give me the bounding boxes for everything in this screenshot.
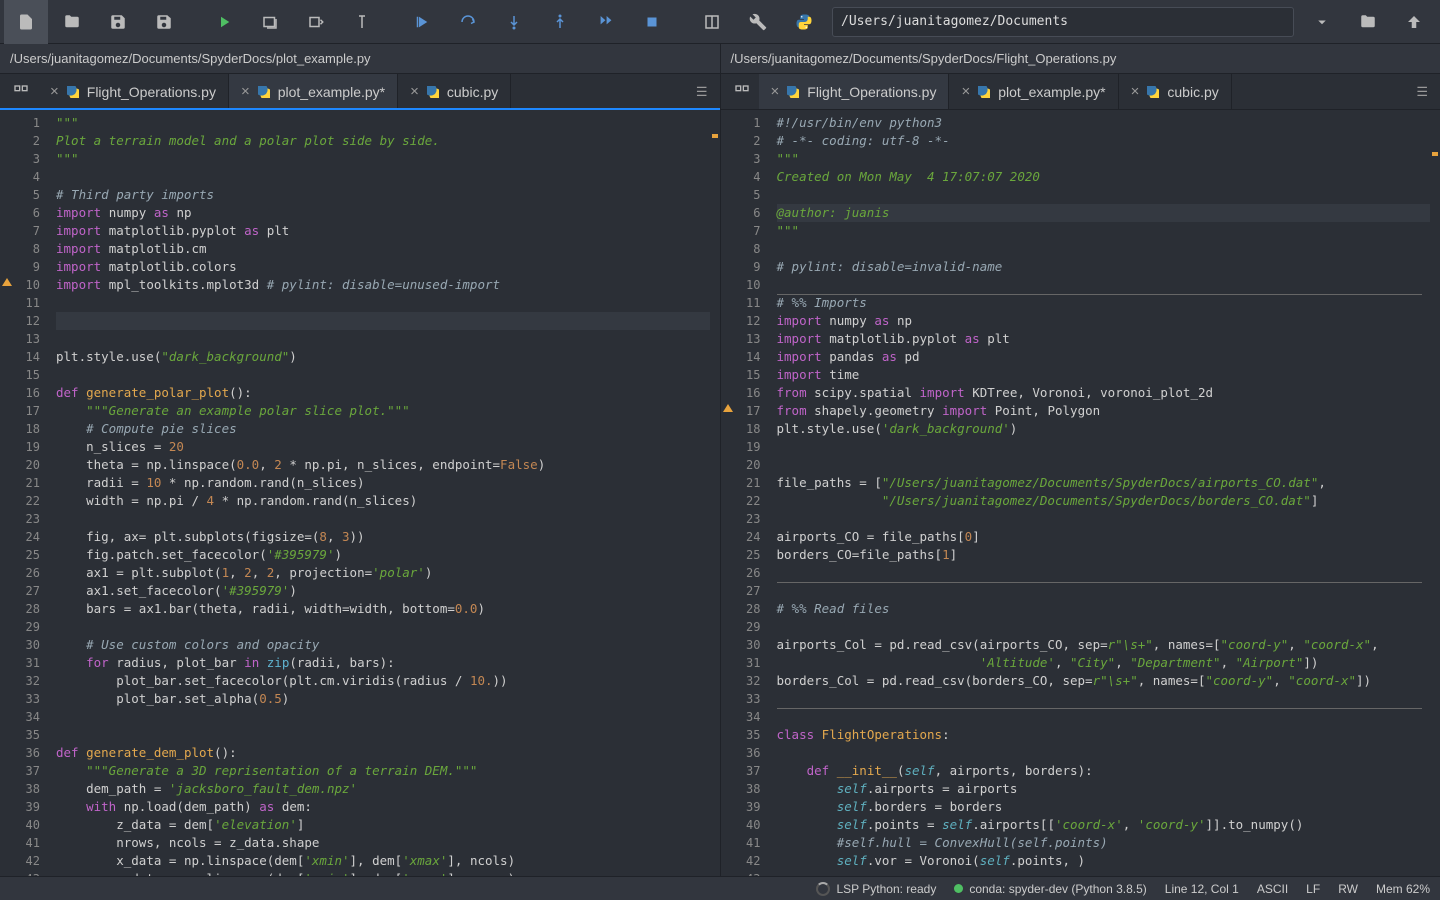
browse-directory-button[interactable]	[1346, 0, 1390, 44]
tab-label: plot_example.py*	[998, 84, 1105, 100]
memory-status: Mem 62%	[1376, 882, 1430, 896]
python-file-icon	[978, 86, 990, 98]
tab-bar-left: × Flight_Operations.py × plot_example.py* × c…	[0, 74, 720, 110]
python-file-icon	[787, 86, 799, 98]
python-file-icon	[67, 86, 79, 98]
run-cell-advance-button[interactable]	[294, 0, 338, 44]
tab-browser-button-left[interactable]	[4, 74, 38, 109]
open-file-button[interactable]	[50, 0, 94, 44]
tab-label: cubic.py	[1167, 84, 1218, 100]
spinner-icon	[816, 882, 830, 896]
editor-split: /Users/juanitagomez/Documents/SpyderDocs…	[0, 44, 1440, 876]
line-gutter-right: 1234567891011121314151617181920212223242…	[721, 110, 769, 876]
python-file-icon	[427, 86, 439, 98]
close-tab-icon[interactable]: ×	[1131, 83, 1140, 100]
python-file-icon	[258, 86, 270, 98]
close-tab-icon[interactable]: ×	[241, 83, 250, 100]
continue-button[interactable]	[584, 0, 628, 44]
editor-pane-left: /Users/juanitagomez/Documents/SpyderDocs…	[0, 44, 721, 876]
new-file-button[interactable]	[4, 0, 48, 44]
lsp-status[interactable]: LSP Python: ready	[816, 882, 936, 896]
readwrite-status: RW	[1338, 882, 1358, 896]
close-tab-icon[interactable]: ×	[410, 83, 419, 100]
maximize-pane-button[interactable]	[690, 0, 734, 44]
tab-left-2[interactable]: × cubic.py	[398, 74, 511, 109]
tab-label: Flight_Operations.py	[87, 84, 216, 100]
step-out-button[interactable]	[538, 0, 582, 44]
tab-right-1[interactable]: × plot_example.py*	[949, 74, 1118, 109]
code-editor-right[interactable]: 1234567891011121314151617181920212223242…	[721, 110, 1440, 876]
tab-label: Flight_Operations.py	[807, 84, 936, 100]
python-file-icon	[1147, 86, 1159, 98]
line-gutter-left: 1234567891011121314151617181920212223242…	[0, 110, 48, 876]
conda-env-status[interactable]: conda: spyder-dev (Python 3.8.5)	[954, 882, 1146, 896]
eol-status[interactable]: LF	[1306, 882, 1320, 896]
file-path-left: /Users/juanitagomez/Documents/SpyderDocs…	[0, 44, 720, 74]
run-cell-button[interactable]	[248, 0, 292, 44]
cursor-position-status[interactable]: Line 12, Col 1	[1165, 882, 1239, 896]
save-button[interactable]	[96, 0, 140, 44]
tab-bar-right: × Flight_Operations.py × plot_example.py* × c…	[721, 74, 1440, 110]
run-button[interactable]	[202, 0, 246, 44]
env-active-icon	[954, 884, 963, 893]
step-over-button[interactable]	[446, 0, 490, 44]
tab-right-2[interactable]: × cubic.py	[1119, 74, 1232, 109]
python-path-button[interactable]	[782, 0, 826, 44]
scroll-indicator-right	[1430, 110, 1440, 876]
tab-right-0[interactable]: × Flight_Operations.py	[759, 74, 950, 109]
working-directory-input[interactable]	[832, 7, 1294, 37]
toolbar	[0, 0, 1440, 44]
tab-left-1[interactable]: × plot_example.py*	[229, 74, 398, 109]
tab-options-button-left[interactable]: ☰	[690, 74, 714, 109]
run-selection-button[interactable]	[340, 0, 384, 44]
tab-label: plot_example.py*	[278, 84, 385, 100]
file-path-right: /Users/juanitagomez/Documents/SpyderDocs…	[721, 44, 1440, 74]
tab-options-button-right[interactable]: ☰	[1410, 74, 1434, 109]
code-area-right[interactable]: #!/usr/bin/env python3# -*- coding: utf-…	[769, 110, 1431, 876]
code-editor-left[interactable]: 1234567891011121314151617181920212223242…	[0, 108, 720, 876]
close-tab-icon[interactable]: ×	[771, 83, 780, 100]
status-bar: LSP Python: ready conda: spyder-dev (Pyt…	[0, 876, 1440, 900]
tab-left-0[interactable]: × Flight_Operations.py	[38, 74, 229, 109]
directory-dropdown-button[interactable]	[1300, 0, 1344, 44]
parent-directory-button[interactable]	[1392, 0, 1436, 44]
close-tab-icon[interactable]: ×	[50, 83, 59, 100]
code-area-left[interactable]: """Plot a terrain model and a polar plot…	[48, 110, 710, 876]
preferences-button[interactable]	[736, 0, 780, 44]
step-into-button[interactable]	[492, 0, 536, 44]
encoding-status[interactable]: ASCII	[1257, 882, 1288, 896]
scroll-indicator-left	[710, 110, 720, 876]
tab-browser-button-right[interactable]	[725, 74, 759, 109]
debug-button[interactable]	[400, 0, 444, 44]
stop-debug-button[interactable]	[630, 0, 674, 44]
close-tab-icon[interactable]: ×	[961, 83, 970, 100]
editor-pane-right: /Users/juanitagomez/Documents/SpyderDocs…	[721, 44, 1440, 876]
save-all-button[interactable]	[142, 0, 186, 44]
tab-label: cubic.py	[447, 84, 498, 100]
